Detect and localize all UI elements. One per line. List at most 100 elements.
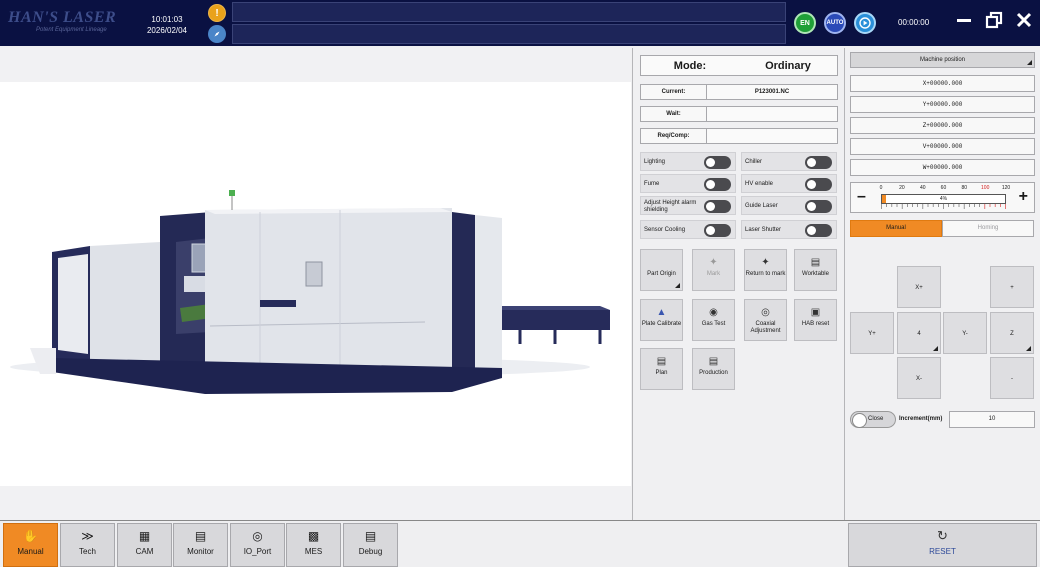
toggle-fume[interactable]: Fume — [640, 174, 736, 193]
nav-monitor[interactable]: ▤ Monitor — [173, 523, 228, 567]
button-label: Plan — [655, 370, 668, 376]
increment-input[interactable]: 10 — [949, 411, 1035, 428]
chiller-switch[interactable] — [805, 156, 832, 169]
increase-override-button[interactable]: + — [1019, 188, 1028, 206]
clock-time: 10:01:03 — [151, 15, 183, 24]
mark-icon: ✦ — [709, 257, 718, 268]
toggle-chiller[interactable]: Chiller — [741, 152, 837, 171]
worktable-button[interactable]: ▤ Worktable — [794, 249, 837, 291]
clock: 10:01:03 2026/02/04 — [142, 14, 192, 36]
restore-icon[interactable] — [984, 11, 1004, 31]
jog-y-minus-button[interactable]: Y- — [943, 312, 987, 354]
laser-machine-image — [10, 190, 610, 394]
override-percent: 4% — [939, 196, 948, 202]
toggle-hv-enable[interactable]: HV enable — [741, 174, 837, 193]
toggle-label: Laser Shutter — [745, 227, 782, 233]
jog-minus-button[interactable]: - — [990, 357, 1034, 399]
laser-shutter-switch[interactable] — [805, 224, 832, 237]
tick-label: 20 — [899, 185, 905, 191]
nav-label: MES — [304, 547, 323, 556]
increment-row: Close Increment(mm) 10 — [850, 411, 1035, 428]
lighting-switch[interactable] — [704, 156, 731, 169]
toggle-guide-laser[interactable]: Guide Laser — [741, 196, 837, 215]
wait-label: Wait: — [640, 106, 707, 122]
close-icon[interactable] — [1014, 11, 1034, 31]
jog-z-button[interactable]: Z — [990, 312, 1034, 354]
plan-button[interactable]: ▤ Plan — [640, 348, 683, 390]
toggle-sensor-cooling[interactable]: Sensor Cooling — [640, 220, 736, 239]
toggle-label: Fume — [644, 181, 660, 187]
button-label: Part Origin — [647, 271, 676, 277]
toggle-adjust-height[interactable]: Adjust Height alarm shielding — [640, 196, 736, 215]
adjust-height-switch[interactable] — [704, 200, 731, 213]
debug-icon: ▤ — [364, 529, 377, 543]
jog-x-minus-button[interactable]: X- — [897, 357, 941, 399]
nav-cam[interactable]: ▦ CAM — [117, 523, 172, 567]
tab-homing[interactable]: Homing — [942, 220, 1034, 237]
minimize-icon[interactable] — [954, 11, 974, 31]
tab-manual[interactable]: Manual — [850, 220, 942, 237]
button-label: Plate Calibrate — [641, 321, 682, 327]
gas-test-button[interactable]: ◉ Gas Test — [692, 299, 735, 341]
sensor-cooling-switch[interactable] — [704, 224, 731, 237]
guide-laser-switch[interactable] — [805, 200, 832, 213]
nav-mes[interactable]: ▩ MES — [286, 523, 341, 567]
mode-label: Mode: — [673, 59, 707, 72]
hab-reset-button[interactable]: ▣ HAB reset — [794, 299, 837, 341]
return-to-mark-button[interactable]: ✦ Return to mark — [744, 249, 787, 291]
button-label: Coaxial Adjustment — [750, 321, 781, 334]
increment-label: Increment(mm) — [899, 416, 943, 422]
override-bar[interactable]: 4% — [881, 194, 1006, 204]
submenu-indicator — [675, 283, 680, 288]
fume-switch[interactable] — [704, 178, 731, 191]
axis-v-readout: V+00000.000 — [850, 138, 1035, 155]
warning-icon[interactable]: ! — [208, 4, 226, 22]
tick-label: 0 — [879, 185, 883, 191]
jog-y-plus-button[interactable]: Y+ — [850, 312, 894, 354]
wait-row: Wait: — [640, 106, 838, 122]
production-button[interactable]: ▤ Production — [692, 348, 735, 390]
plate-calibrate-button[interactable]: ▲ Plate Calibrate — [640, 299, 683, 341]
toggle-laser-shutter[interactable]: Laser Shutter — [741, 220, 837, 239]
machine-view — [0, 48, 631, 520]
auto-button[interactable]: AUTO — [824, 12, 846, 34]
jog-step-button[interactable]: 4 — [897, 312, 941, 354]
bottom-nav: ✋ Manual ≫ Tech ▦ CAM ▤ Monitor ◎ IO_Por… — [0, 520, 1040, 567]
tick-label: 120 — [1001, 185, 1011, 191]
wait-value — [707, 106, 838, 122]
message-bar-top — [232, 2, 786, 22]
nav-io-port[interactable]: ◎ IO_Port — [230, 523, 285, 567]
clock-date: 2026/02/04 — [146, 26, 188, 35]
coaxial-adjustment-button[interactable]: ◎ Coaxial Adjustment — [744, 299, 787, 341]
hv-enable-switch[interactable] — [805, 178, 832, 191]
axis-x-readout: X+00000.000 — [850, 75, 1035, 92]
part-origin-button[interactable]: Part Origin — [640, 249, 683, 291]
nav-tech[interactable]: ≫ Tech — [60, 523, 115, 567]
jog-plus-button[interactable]: + — [990, 266, 1034, 308]
tick-label: 100 — [981, 185, 990, 191]
nav-debug[interactable]: ▤ Debug — [343, 523, 398, 567]
nav-label: IO_Port — [243, 547, 272, 556]
cam-icon: ▦ — [138, 529, 151, 543]
button-label: HAB reset — [801, 321, 830, 327]
button-label: Return to mark — [745, 271, 786, 277]
nav-manual[interactable]: ✋ Manual — [3, 523, 58, 567]
run-icon[interactable] — [854, 12, 876, 34]
jog-x-plus-button[interactable]: X+ — [897, 266, 941, 308]
decrease-override-button[interactable]: – — [857, 188, 866, 206]
toggle-lighting[interactable]: Lighting — [640, 152, 736, 171]
machine-position-dropdown[interactable]: Machine position — [850, 52, 1035, 68]
run-timer: 00:00:00 — [898, 18, 930, 27]
plate-calibrate-icon: ▲ — [656, 307, 667, 318]
mark-button[interactable]: ✦ Mark — [692, 249, 735, 291]
language-button[interactable]: EN — [794, 12, 816, 34]
reqcomp-row: Req/Comp: — [640, 128, 838, 144]
reset-button[interactable]: ↻ RESET — [848, 523, 1037, 567]
toggle-label: Sensor Cooling — [644, 227, 686, 233]
compass-icon[interactable] — [208, 25, 226, 43]
submenu-indicator — [1026, 346, 1031, 351]
hans-laser-logo: HAN'S LASER — [8, 9, 117, 26]
tech-icon: ≫ — [81, 529, 94, 543]
increment-toggle[interactable]: Close — [850, 411, 896, 428]
top-bar: HAN'S LASER Potent Equipment Lineage 10:… — [0, 0, 1040, 46]
